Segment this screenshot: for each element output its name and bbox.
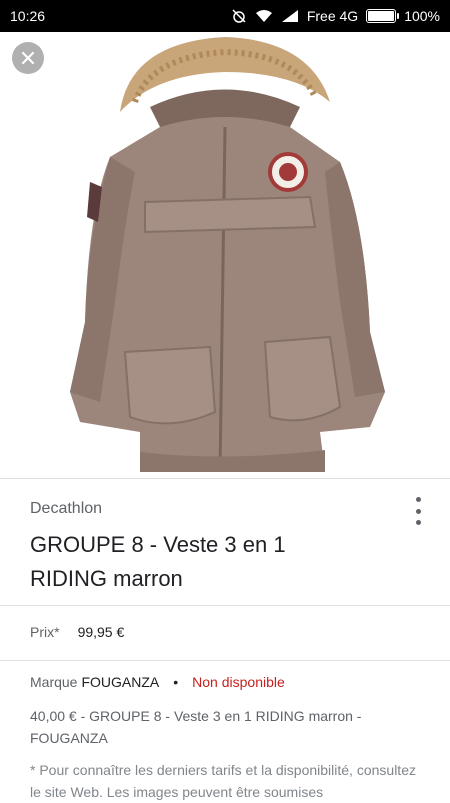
signal-icon <box>281 9 299 23</box>
alarm-off-icon <box>231 8 247 24</box>
availability-status: Non disponible <box>192 674 285 690</box>
divider <box>0 478 450 479</box>
brand-label: Marque <box>30 674 78 690</box>
brand-name: FOUGANZA <box>81 674 160 690</box>
wifi-icon <box>255 9 273 23</box>
network-label: Free 4G <box>306 8 359 24</box>
divider <box>0 660 450 661</box>
close-icon <box>21 51 35 65</box>
price-row: Prix* 99,95 € <box>30 624 124 640</box>
status-icons: Free 4G 100% <box>231 8 440 24</box>
product-description: 40,00 € - GROUPE 8 - Veste 3 en 1 RIDING… <box>30 708 362 746</box>
battery-percent: 100% <box>404 8 440 24</box>
divider <box>0 605 450 606</box>
merchant-name[interactable]: Decathlon <box>30 500 102 518</box>
product-title: GROUPE 8 - Veste 3 en 1 RIDING marron <box>30 532 286 591</box>
battery-icon <box>366 9 400 23</box>
price-label: Prix* <box>30 624 60 640</box>
separator-dot: • <box>173 674 179 690</box>
disclaimer-note: * Pour connaître les derniers tarifs et … <box>30 762 416 800</box>
close-button[interactable] <box>12 42 44 74</box>
more-vert-icon[interactable] <box>410 497 426 525</box>
status-bar: 10:26 Free 4G 100% <box>0 0 450 32</box>
status-time: 10:26 <box>10 8 46 24</box>
product-image-area <box>0 32 450 478</box>
price-value: 99,95 € <box>77 624 125 640</box>
jacket-image[interactable] <box>40 32 410 478</box>
details-row: Marque FOUGANZA • Non disponible <box>30 674 285 690</box>
